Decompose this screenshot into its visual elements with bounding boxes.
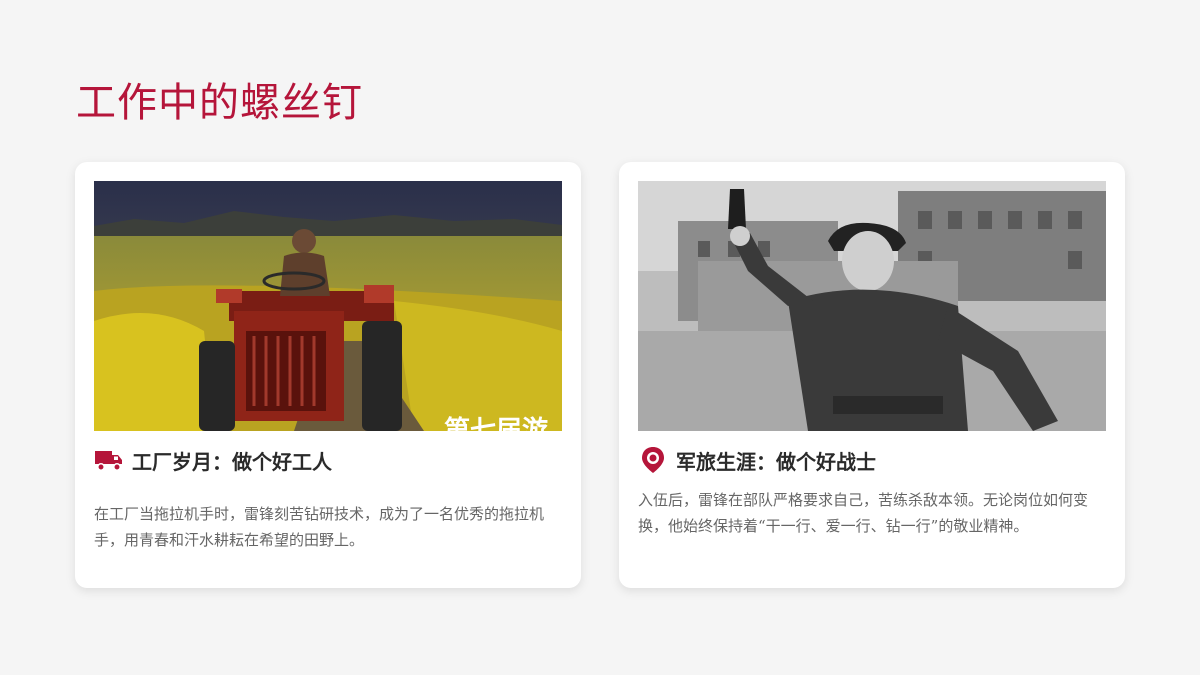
page-title: 工作中的螺丝钉 <box>76 80 363 126</box>
location-pin-icon <box>638 445 668 475</box>
card-military: 军旅生涯：做个好战士 入伍后，雷锋在部队严格要求自己，苦练杀敌本领。无论岗位如何… <box>619 162 1125 588</box>
soldier-photo <box>638 181 1106 431</box>
card-body-text: 入伍后，雷锋在部队严格要求自己，苦练杀敌本领。无论岗位如何变换，他始终保持着“干… <box>638 491 1089 535</box>
card-body-text: 在工厂当拖拉机手时，雷锋刻苦钻研技术，成为了一名优秀的拖拉机手，用青春和汗水耕耘… <box>94 505 545 549</box>
tractor-photo: 第七届游 <box>94 181 562 431</box>
truck-icon <box>94 445 124 475</box>
svg-text:第七届游: 第七届游 <box>444 415 548 431</box>
slide: 工作中的螺丝钉 第七届游 工厂岁月：做个好工人 在工厂当拖拉机手时，雷锋刻苦钻研… <box>0 0 1200 675</box>
card-factory: 第七届游 工厂岁月：做个好工人 在工厂当拖拉机手时，雷锋刻苦钻研技术，成为了一名… <box>75 162 581 588</box>
card-heading: 军旅生涯：做个好战士 <box>676 449 876 474</box>
card-heading-row: 工厂岁月：做个好工人 <box>94 444 332 476</box>
card-heading-row: 军旅生涯：做个好战士 <box>638 444 876 476</box>
card-heading: 工厂岁月：做个好工人 <box>132 449 332 474</box>
